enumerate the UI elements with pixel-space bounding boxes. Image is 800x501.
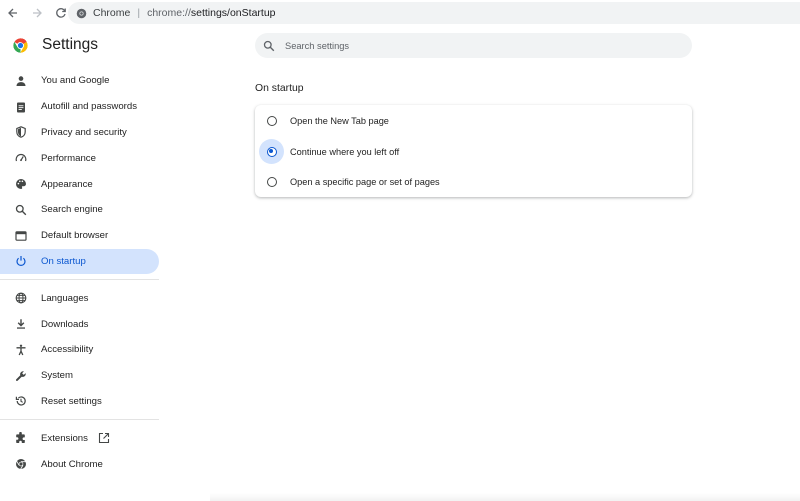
url-separator: |: [137, 7, 141, 19]
browser-window-icon: [15, 230, 27, 242]
address-bar[interactable]: Chrome | chrome://settings/onStartup: [68, 2, 800, 24]
sidebar-item-label: About Chrome: [41, 458, 103, 470]
sidebar-item-system[interactable]: System: [0, 363, 159, 389]
sidebar-item-label: You and Google: [41, 75, 110, 87]
sidebar-item-about-chrome[interactable]: About Chrome: [0, 451, 159, 477]
wrench-icon: [15, 370, 27, 382]
chrome-logo-icon: [13, 37, 28, 53]
sidebar-divider: [0, 279, 159, 281]
sidebar-item-performance[interactable]: Performance: [0, 145, 159, 171]
sidebar-item-label: Downloads: [41, 318, 89, 330]
sidebar-item-label: Performance: [41, 152, 96, 164]
sidebar-item-label: Reset settings: [41, 395, 102, 407]
chrome-site-icon: [75, 7, 87, 19]
accessibility-icon: [15, 344, 27, 356]
url-path: settings/onStartup: [190, 7, 276, 19]
clipboard-icon: [15, 101, 27, 113]
sidebar-item-extensions[interactable]: Extensions: [0, 425, 159, 451]
sidebar-menu: You and Google Autofill and passwords Pr…: [0, 68, 170, 477]
sidebar-item-label: System: [41, 370, 73, 382]
startup-option-continue[interactable]: Continue where you left off: [255, 137, 692, 167]
url-prefix: chrome://: [147, 7, 191, 19]
sidebar-item-label: Autofill and passwords: [41, 101, 137, 113]
page-title: Settings: [42, 36, 99, 53]
browser-toolbar: Chrome | chrome://settings/onStartup: [0, 0, 800, 26]
sidebar-item-label: On startup: [41, 255, 86, 267]
option-label: Open the New Tab page: [290, 116, 389, 126]
radio-checked-icon: [266, 146, 277, 157]
startup-options-card: Open the New Tab page Continue where you…: [255, 105, 692, 197]
sidebar-item-reset-settings[interactable]: Reset settings: [0, 389, 159, 415]
search-input[interactable]: [285, 40, 665, 51]
radio-button[interactable]: [259, 109, 284, 134]
sidebar-item-languages[interactable]: Languages: [0, 285, 159, 311]
shield-icon: [15, 126, 27, 139]
search-icon: [15, 204, 27, 216]
back-arrow-icon: [8, 8, 17, 18]
sidebar-item-label: Accessibility: [41, 344, 94, 356]
reload-icon: [56, 8, 66, 18]
section-title: On startup: [255, 83, 304, 94]
startup-option-specific-pages[interactable]: Open a specific page or set of pages: [255, 167, 692, 197]
sidebar-item-label: Extensions: [41, 432, 88, 444]
radio-button[interactable]: [259, 170, 284, 195]
sidebar-item-on-startup[interactable]: On startup: [0, 248, 159, 275]
radio-unchecked-icon: [266, 177, 277, 187]
option-label: Continue where you left off: [290, 146, 400, 157]
settings-header: Settings: [12, 36, 98, 54]
forward-arrow-icon: [33, 8, 42, 18]
sidebar-item-search-engine[interactable]: Search engine: [0, 197, 159, 223]
sidebar-item-you-and-google[interactable]: You and Google: [0, 68, 159, 94]
history-icon: [15, 395, 27, 407]
sidebar-item-accessibility[interactable]: Accessibility: [0, 337, 159, 363]
sidebar-item-label: Appearance: [41, 178, 93, 190]
radio-button[interactable]: [259, 139, 284, 164]
sidebar-item-label: Languages: [41, 292, 89, 304]
puzzle-icon: [15, 432, 27, 444]
sidebar-item-appearance[interactable]: Appearance: [0, 171, 159, 197]
palette-icon: [15, 178, 27, 190]
search-settings-bar[interactable]: [255, 33, 692, 58]
sidebar-item-label: Privacy and security: [41, 126, 127, 138]
sidebar-item-downloads[interactable]: Downloads: [0, 311, 159, 337]
site-name: Chrome: [93, 7, 131, 19]
sidebar-item-autofill[interactable]: Autofill and passwords: [0, 94, 159, 120]
sidebar-item-default-browser[interactable]: Default browser: [0, 223, 159, 249]
settings-sidebar: Settings You and Google Autofill and pas…: [0, 26, 170, 501]
download-icon: [15, 318, 27, 330]
back-button[interactable]: [2, 2, 24, 24]
bottom-shadow: [210, 493, 800, 501]
sidebar-item-label: Default browser: [41, 230, 109, 242]
radio-unchecked-icon: [266, 116, 277, 126]
option-label: Open a specific page or set of pages: [290, 177, 440, 187]
url-text: chrome://settings/onStartup: [147, 7, 275, 19]
open-in-new-icon: [98, 433, 110, 444]
search-icon: [263, 40, 275, 51]
forward-button[interactable]: [26, 2, 48, 24]
startup-option-new-tab[interactable]: Open the New Tab page: [255, 106, 692, 136]
sidebar-divider: [0, 419, 159, 421]
sidebar-item-privacy[interactable]: Privacy and security: [0, 120, 159, 146]
person-icon: [15, 75, 27, 87]
sidebar-item-label: Search engine: [41, 204, 103, 216]
chrome-icon: [15, 458, 27, 470]
power-icon: [15, 255, 27, 267]
speedometer-icon: [15, 152, 27, 164]
globe-icon: [15, 292, 27, 304]
